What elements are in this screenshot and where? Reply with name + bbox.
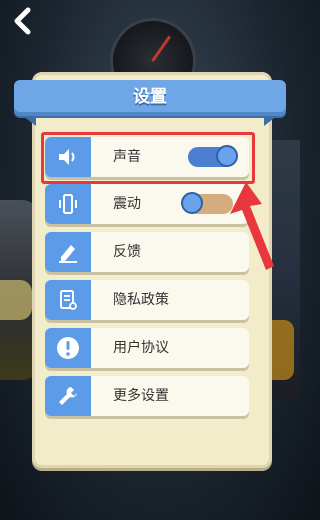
- setting-item-vibration[interactable]: 震动: [45, 184, 249, 224]
- highlight-box: [41, 132, 255, 184]
- alert-icon: [57, 337, 79, 359]
- setting-label-privacy-policy: 隐私政策: [113, 292, 169, 308]
- document-icon: [60, 290, 77, 310]
- back-button[interactable]: [8, 6, 38, 36]
- pointer-arrow-icon: [230, 182, 274, 270]
- dialog-title: 设置: [133, 87, 167, 107]
- pencil-icon-box: [45, 232, 91, 272]
- setting-label-feedback: 反馈: [113, 244, 141, 260]
- chevron-left-icon: [14, 7, 31, 35]
- background-headlight: [0, 280, 32, 320]
- setting-label-user-agreement: 用户协议: [113, 340, 169, 356]
- alert-icon-box: [45, 328, 91, 368]
- vibrate-icon: [59, 194, 77, 214]
- setting-item-privacy-policy[interactable]: 隐私政策: [45, 280, 249, 320]
- setting-item-user-agreement[interactable]: 用户协议: [45, 328, 249, 368]
- vibrate-icon-box: [45, 184, 91, 224]
- setting-label-vibration: 震动: [113, 196, 141, 212]
- setting-label-more-settings: 更多设置: [113, 388, 169, 404]
- toggle-knob: [181, 192, 203, 214]
- vibration-toggle[interactable]: [181, 192, 233, 214]
- wrench-icon-box: [45, 376, 91, 416]
- setting-item-more-settings[interactable]: 更多设置: [45, 376, 249, 416]
- pencil-icon: [59, 245, 77, 263]
- setting-item-feedback[interactable]: 反馈: [45, 232, 249, 272]
- document-icon-box: [45, 280, 91, 320]
- wrench-icon: [59, 387, 77, 405]
